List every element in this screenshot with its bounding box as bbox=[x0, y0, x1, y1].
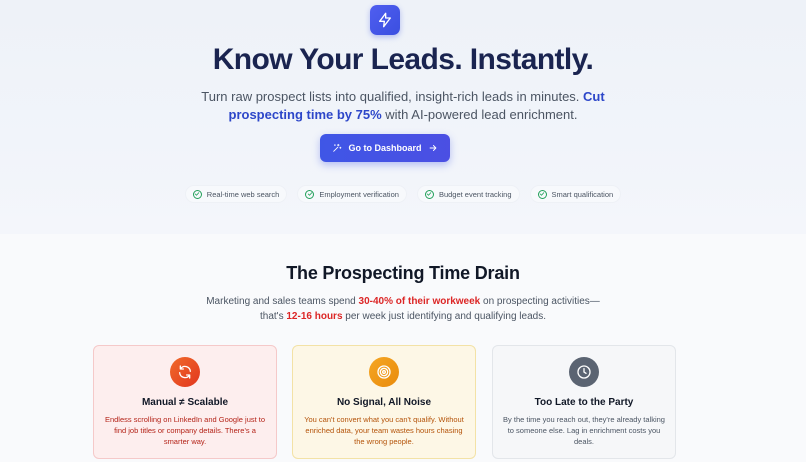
section-subtitle-highlight: 12-16 hours bbox=[286, 311, 343, 322]
check-circle-icon bbox=[537, 189, 547, 199]
feature-list: Real-time web search Employment verifica… bbox=[0, 185, 806, 203]
hero-subtitle: Turn raw prospect lists into qualified, … bbox=[170, 88, 636, 124]
hero-subtitle-text-end: with AI-powered lead enrichment. bbox=[381, 107, 578, 122]
feature-label: Real-time web search bbox=[206, 189, 280, 199]
hero-subtitle-text: Turn raw prospect lists into qualified, … bbox=[201, 89, 584, 104]
card-title: Too Late to the Party bbox=[534, 397, 634, 408]
check-circle-icon bbox=[192, 189, 202, 199]
app-logo bbox=[370, 5, 400, 35]
card-title: No Signal, All Noise bbox=[336, 397, 432, 408]
hero-section: Know Your Leads. Instantly. Turn raw pro… bbox=[0, 0, 806, 234]
card-title: Manual ≠ Scalable bbox=[141, 397, 229, 408]
refresh-icon bbox=[170, 357, 200, 387]
arrow-right-icon bbox=[429, 145, 436, 151]
card-body: You can't convert what you can't qualify… bbox=[304, 415, 464, 446]
problem-card-noise: No Signal, All Noise You can't convert w… bbox=[292, 345, 476, 459]
section-subtitle-text: Marketing and sales teams spend bbox=[206, 296, 359, 307]
section-subtitle-text: per week just identifying and qualifying… bbox=[342, 311, 546, 322]
check-circle-icon bbox=[305, 189, 315, 199]
feature-chip: Smart qualification bbox=[529, 185, 622, 203]
go-to-dashboard-button[interactable]: Go to Dashboard bbox=[320, 134, 450, 162]
feature-chip: Real-time web search bbox=[184, 185, 288, 203]
section-title: The Prospecting Time Drain bbox=[286, 263, 520, 283]
section-subtitle-highlight: 30-40% of their workweek bbox=[358, 296, 481, 307]
target-icon bbox=[369, 357, 399, 387]
feature-label: Employment verification bbox=[319, 189, 399, 199]
feature-label: Budget event tracking bbox=[438, 189, 512, 199]
feature-chip: Employment verification bbox=[297, 185, 407, 203]
feature-label: Smart qualification bbox=[551, 189, 614, 199]
check-circle-icon bbox=[424, 189, 434, 199]
problem-card-late: Too Late to the Party By the time you re… bbox=[492, 345, 676, 459]
card-body: Endless scrolling on LinkedIn and Google… bbox=[104, 415, 266, 446]
card-body: By the time you reach out, they're alrea… bbox=[503, 415, 665, 446]
go-to-dashboard-label: Go to Dashboard bbox=[348, 143, 422, 153]
feature-chip: Budget event tracking bbox=[416, 185, 520, 203]
problem-section: The Prospecting Time Drain Marketing and… bbox=[0, 234, 806, 462]
hero-title: Know Your Leads. Instantly. bbox=[212, 43, 594, 76]
sparkle-icon bbox=[333, 143, 342, 152]
problem-card-manual: Manual ≠ Scalable Endless scrolling on L… bbox=[93, 345, 277, 459]
clock-icon bbox=[569, 357, 599, 387]
section-subtitle: Marketing and sales teams spend 30-40% o… bbox=[205, 294, 601, 324]
lightning-bolt-icon bbox=[379, 12, 391, 28]
